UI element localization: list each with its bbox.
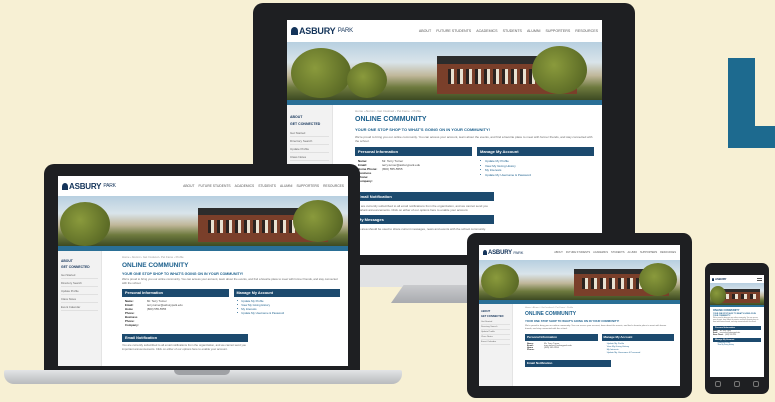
tablet: ASBURY PARK ABOUT FUTURE STUDENTS ACADEM…	[467, 233, 692, 398]
nav-item[interactable]: ALUMNI	[280, 184, 292, 188]
main-nav: ABOUT FUTURE STUDENTS ACADEMICS STUDENTS…	[183, 184, 344, 188]
account-link[interactable]: Update My Username & Password	[604, 352, 673, 355]
account-link[interactable]: Update My Username & Password	[237, 311, 338, 315]
tablet-screen: ASBURY PARK ABOUT FUTURE STUDENTS ACADEM…	[479, 245, 680, 386]
email-notification-header: Email Notification	[525, 359, 612, 367]
main-content: Home › Alumni › Get Involved › Pet Fame …	[513, 304, 680, 386]
page-title: ONLINE COMMUNITY	[713, 309, 740, 312]
shield-icon	[291, 27, 298, 35]
nav-item[interactable]: ACADEMICS	[476, 29, 497, 33]
nav-item[interactable]: RESOURCES	[323, 184, 344, 188]
sidebar-item[interactable]: Class Notes	[290, 153, 329, 161]
sidebar-item[interactable]: Update Profile	[61, 287, 98, 295]
site-logo[interactable]: ASBURY	[712, 277, 727, 281]
page-title: ONLINE COMMUNITY	[525, 311, 577, 317]
personal-info-panel: Personal Information Name: Mr. Terry Turn…	[525, 333, 598, 357]
email-notification-header: Email Notification	[122, 334, 249, 343]
page-tagline: YOUR ONE STOP SHOP TO WHAT'S GOING ON IN…	[525, 319, 620, 323]
menu-icon[interactable]	[757, 277, 762, 281]
sidebar-item[interactable]: Event Calendar	[61, 303, 98, 311]
home-key-icon[interactable]	[734, 381, 740, 387]
intro-text: We're proud to bring you our online comm…	[122, 277, 338, 285]
main-nav: ABOUT FUTURE STUDENTS ACADEMICS STUDENTS…	[419, 29, 598, 33]
nav-item[interactable]: ACADEMICS	[235, 184, 255, 188]
sidebar-item[interactable]: Class Notes	[61, 295, 98, 303]
site-logo[interactable]: ASBURY PARK	[483, 250, 523, 256]
main-nav: ABOUT FUTURE STUDENTS ACADEMICS STUDENTS…	[554, 251, 676, 254]
nav-item[interactable]: STUDENTS	[258, 184, 276, 188]
phone-screen: ASBURY ONLINE COMMUNITY YOUR ONE STOP SH…	[710, 275, 764, 377]
intro-text: We're proud to bring you our online comm…	[713, 318, 759, 323]
account-link[interactable]: Update My Username & Password	[480, 173, 591, 178]
site-logo[interactable]: ASBURY PARK	[62, 182, 116, 191]
breadcrumb: Home › Alumni › Get Involved › Pet Fame …	[122, 255, 184, 259]
laptop: ASBURY PARK ABOUT FUTURE STUDENTS ACADEM…	[4, 164, 414, 401]
laptop-screen: ASBURY PARK ABOUT FUTURE STUDENTS ACADEM…	[58, 176, 348, 366]
page-tagline: YOUR ONE STOP SHOP TO WHAT'S GOING ON IN…	[713, 313, 756, 317]
sidebar-item[interactable]: Update Profile	[290, 145, 329, 153]
nav-item[interactable]: SUPPORTERS	[546, 29, 571, 33]
nav-item[interactable]: ACADEMICS	[593, 251, 608, 254]
nav-item[interactable]: ALUMNI	[628, 251, 637, 254]
nav-item[interactable]: FUTURE STUDENTS	[199, 184, 231, 188]
shield-icon	[712, 277, 714, 281]
recent-apps-key-icon[interactable]	[753, 381, 759, 387]
sidebar-item[interactable]: Directory Search	[290, 137, 329, 145]
sidebar-item[interactable]: Event Calendar	[481, 340, 510, 345]
sidebar: ABOUT GET CONNECTED Get Started Director…	[58, 251, 102, 366]
breadcrumb: Home › Alumni › Get Involved › Pet Fame …	[355, 109, 422, 113]
site-header: ASBURY PARK ABOUT FUTURE STUDENTS ACADEM…	[287, 20, 602, 42]
nav-item[interactable]: ALUMNI	[527, 29, 541, 33]
nav-item[interactable]: ABOUT	[419, 29, 431, 33]
nav-item[interactable]: ABOUT	[554, 251, 563, 254]
sidebar-item[interactable]: Get Started	[290, 129, 329, 137]
main-content: Home › Alumni › Get Involved › Pet Fame …	[102, 251, 348, 366]
shield-icon	[62, 182, 68, 190]
page-tagline: YOUR ONE STOP SHOP TO WHAT'S GOING ON IN…	[355, 127, 490, 132]
personal-info-panel: Personal Information	[713, 326, 761, 330]
nav-item[interactable]: FUTURE STUDENTS	[436, 29, 471, 33]
nav-item[interactable]: STUDENTS	[503, 29, 522, 33]
page-tagline: YOUR ONE STOP SHOP TO WHAT'S GOING ON IN…	[122, 272, 244, 276]
intro-text: We're proud to bring you our online comm…	[525, 325, 667, 330]
nav-item[interactable]: SUPPORTERS	[640, 251, 657, 254]
hero-image	[479, 260, 680, 300]
page-title: ONLINE COMMUNITY	[355, 116, 427, 123]
site-header: ASBURY	[710, 275, 764, 283]
main-content: ONLINE COMMUNITY YOUR ONE STOP SHOP TO W…	[710, 307, 764, 351]
account-link[interactable]: View My Giving History	[715, 345, 759, 347]
sidebar-item[interactable]: Directory Search	[61, 279, 98, 287]
nav-item[interactable]: FUTURE STUDENTS	[566, 251, 590, 254]
back-key-icon[interactable]	[715, 381, 721, 387]
manage-account-panel: Manage My Account Update My Profile View…	[233, 289, 340, 329]
nav-item[interactable]: RESOURCES	[575, 29, 598, 33]
personal-info-panel: Personal Information Name: Mr. Terry Turn…	[122, 289, 229, 329]
phone: ASBURY ONLINE COMMUNITY YOUR ONE STOP SH…	[705, 263, 769, 394]
nav-item[interactable]: STUDENTS	[611, 251, 624, 254]
page-title: ONLINE COMMUNITY	[122, 262, 189, 269]
site-header: ASBURY PARK ABOUT FUTURE STUDENTS ACADEM…	[479, 245, 680, 260]
intro-text: We're proud to bring you our online comm…	[355, 135, 593, 143]
brand-letter-graphic	[728, 58, 775, 148]
shield-icon	[483, 250, 487, 255]
hero-image	[58, 196, 348, 246]
sidebar-item[interactable]: Get Started	[61, 271, 98, 279]
nav-item[interactable]: RESOURCES	[660, 251, 676, 254]
site-header: ASBURY PARK ABOUT FUTURE STUDENTS ACADEM…	[58, 176, 348, 196]
hero-image	[710, 283, 764, 305]
manage-account-panel: Manage My Account Update My Profile View…	[601, 333, 674, 357]
breadcrumb: Home › Alumni › Get Involved › Pet Fame …	[525, 307, 574, 309]
nav-item[interactable]: SUPPORTERS	[296, 184, 319, 188]
site-logo[interactable]: ASBURY PARK	[291, 26, 353, 36]
nav-item[interactable]: ABOUT	[183, 184, 194, 188]
hero-image	[287, 42, 602, 100]
sidebar: ABOUT GET CONNECTED Get Started Director…	[479, 304, 513, 386]
manage-account-panel: Manage My Account Update My Profile View…	[477, 147, 594, 186]
